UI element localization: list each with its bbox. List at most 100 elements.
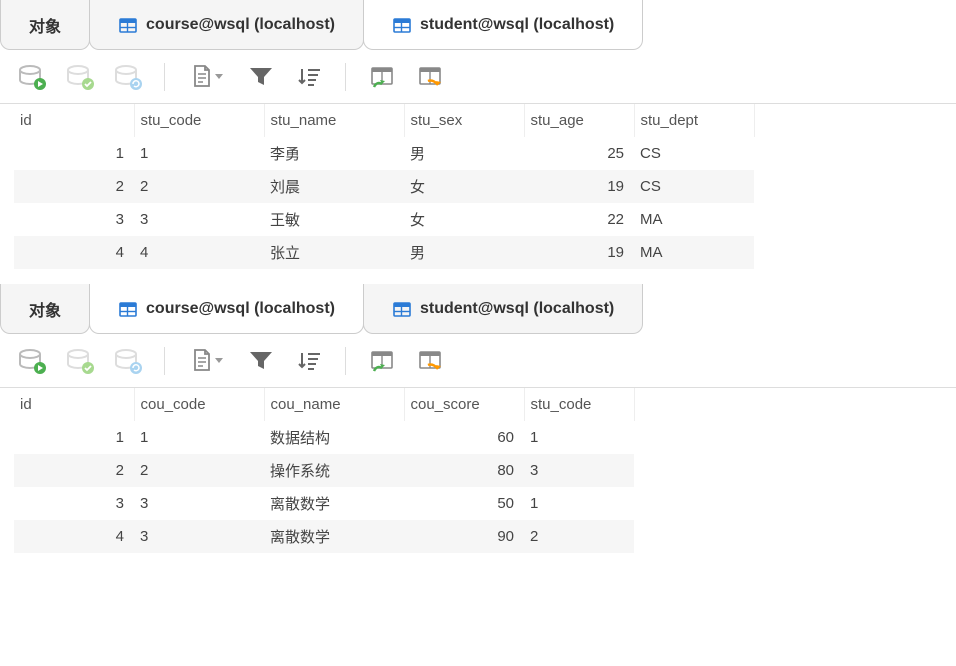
cell-stu_sex[interactable]: 男 — [404, 236, 524, 269]
db-run-button[interactable] — [16, 345, 48, 377]
sort-button[interactable] — [293, 61, 325, 93]
tab-course[interactable]: course@wsql (localhost) — [89, 0, 364, 50]
cell-stu_name[interactable]: 李勇 — [264, 137, 404, 170]
cell-cou_score[interactable]: 60 — [404, 421, 524, 454]
cell-id[interactable]: 2 — [14, 170, 134, 203]
tab-objects-label: 对象 — [29, 297, 61, 321]
export-button[interactable] — [414, 345, 446, 377]
cell-stu_age[interactable]: 25 — [524, 137, 634, 170]
cell-cou_name[interactable]: 操作系统 — [264, 454, 404, 487]
cell-id[interactable]: 2 — [14, 454, 134, 487]
table-row[interactable]: 1 1 数据结构 60 1 — [14, 421, 634, 454]
cell-stu_code[interactable]: 1 — [134, 137, 264, 170]
chevron-down-icon — [215, 74, 223, 79]
separator — [345, 347, 346, 375]
cell-stu_name[interactable]: 王敏 — [264, 203, 404, 236]
cell-id[interactable]: 1 — [14, 137, 134, 170]
col-id[interactable]: id — [14, 388, 134, 421]
import-button[interactable] — [366, 61, 398, 93]
table-row[interactable]: 2 2 刘晨 女 19 CS — [14, 170, 754, 203]
cell-stu_code[interactable]: 2 — [134, 170, 264, 203]
col-cou_score[interactable]: cou_score — [404, 388, 524, 421]
filter-button[interactable] — [245, 345, 277, 377]
db-run-button[interactable] — [16, 61, 48, 93]
cell-stu_age[interactable]: 22 — [524, 203, 634, 236]
cell-cou_score[interactable]: 90 — [404, 520, 524, 553]
cell-stu_age[interactable]: 19 — [524, 170, 634, 203]
db-refresh-button[interactable] — [112, 61, 144, 93]
data-grid-course: id cou_code cou_name cou_score stu_code … — [14, 388, 635, 553]
panel-course: 对象 course@wsql (localhost) — [0, 284, 956, 554]
sort-button[interactable] — [293, 345, 325, 377]
table-row[interactable]: 1 1 李勇 男 25 CS — [14, 137, 754, 170]
cell-stu_code[interactable]: 2 — [524, 520, 634, 553]
table-row[interactable]: 3 3 离散数学 50 1 — [14, 487, 634, 520]
cell-cou_code[interactable]: 3 — [134, 487, 264, 520]
tab-objects[interactable]: 对象 — [0, 0, 90, 50]
cell-id[interactable]: 1 — [14, 421, 134, 454]
col-cou_name[interactable]: cou_name — [264, 388, 404, 421]
col-stu_age[interactable]: stu_age — [524, 104, 634, 137]
doc-dropdown-button[interactable] — [185, 345, 229, 377]
cell-id[interactable]: 4 — [14, 520, 134, 553]
table-row[interactable]: 2 2 操作系统 80 3 — [14, 454, 634, 487]
table-row[interactable]: 3 3 王敏 女 22 MA — [14, 203, 754, 236]
col-stu_dept[interactable]: stu_dept — [634, 104, 754, 137]
cell-stu_code[interactable]: 1 — [524, 421, 634, 454]
cell-stu_name[interactable]: 刘晨 — [264, 170, 404, 203]
panel-student: 对象 course@wsql (localhost) — [0, 0, 956, 270]
col-cou_code[interactable]: cou_code — [134, 388, 264, 421]
separator — [164, 63, 165, 91]
cell-id[interactable]: 3 — [14, 203, 134, 236]
tab-student-label: student@wsql (localhost) — [420, 300, 614, 318]
separator — [164, 347, 165, 375]
chevron-down-icon — [215, 358, 223, 363]
db-refresh-button[interactable] — [112, 345, 144, 377]
cell-stu_code[interactable]: 3 — [524, 454, 634, 487]
table-icon — [392, 15, 412, 35]
cell-cou_code[interactable]: 1 — [134, 421, 264, 454]
tab-student[interactable]: student@wsql (localhost) — [363, 284, 643, 334]
tab-student[interactable]: student@wsql (localhost) — [363, 0, 643, 50]
cell-cou_score[interactable]: 80 — [404, 454, 524, 487]
col-stu_code[interactable]: stu_code — [134, 104, 264, 137]
tab-objects[interactable]: 对象 — [0, 284, 90, 334]
cell-stu_sex[interactable]: 男 — [404, 137, 524, 170]
cell-stu_dept[interactable]: MA — [634, 236, 754, 269]
cell-cou_name[interactable]: 数据结构 — [264, 421, 404, 454]
cell-stu_dept[interactable]: CS — [634, 137, 754, 170]
cell-cou_code[interactable]: 3 — [134, 520, 264, 553]
table-icon — [118, 15, 138, 35]
cell-cou_code[interactable]: 2 — [134, 454, 264, 487]
cell-cou_name[interactable]: 离散数学 — [264, 520, 404, 553]
doc-dropdown-button[interactable] — [185, 61, 229, 93]
table-icon — [118, 299, 138, 319]
col-stu_code[interactable]: stu_code — [524, 388, 634, 421]
table-row[interactable]: 4 4 张立 男 19 MA — [14, 236, 754, 269]
cell-stu_sex[interactable]: 女 — [404, 203, 524, 236]
cell-stu_dept[interactable]: CS — [634, 170, 754, 203]
tab-course[interactable]: course@wsql (localhost) — [89, 284, 364, 334]
tab-bar: 对象 course@wsql (localhost) — [0, 0, 956, 50]
tab-course-label: course@wsql (localhost) — [146, 300, 335, 318]
cell-stu_code[interactable]: 1 — [524, 487, 634, 520]
cell-stu_sex[interactable]: 女 — [404, 170, 524, 203]
cell-stu_name[interactable]: 张立 — [264, 236, 404, 269]
db-check-button[interactable] — [64, 345, 96, 377]
cell-stu_dept[interactable]: MA — [634, 203, 754, 236]
db-check-button[interactable] — [64, 61, 96, 93]
col-stu_name[interactable]: stu_name — [264, 104, 404, 137]
cell-stu_age[interactable]: 19 — [524, 236, 634, 269]
col-id[interactable]: id — [14, 104, 134, 137]
cell-id[interactable]: 4 — [14, 236, 134, 269]
filter-button[interactable] — [245, 61, 277, 93]
cell-stu_code[interactable]: 3 — [134, 203, 264, 236]
cell-id[interactable]: 3 — [14, 487, 134, 520]
cell-stu_code[interactable]: 4 — [134, 236, 264, 269]
table-row[interactable]: 4 3 离散数学 90 2 — [14, 520, 634, 553]
col-stu_sex[interactable]: stu_sex — [404, 104, 524, 137]
cell-cou_score[interactable]: 50 — [404, 487, 524, 520]
import-button[interactable] — [366, 345, 398, 377]
export-button[interactable] — [414, 61, 446, 93]
cell-cou_name[interactable]: 离散数学 — [264, 487, 404, 520]
